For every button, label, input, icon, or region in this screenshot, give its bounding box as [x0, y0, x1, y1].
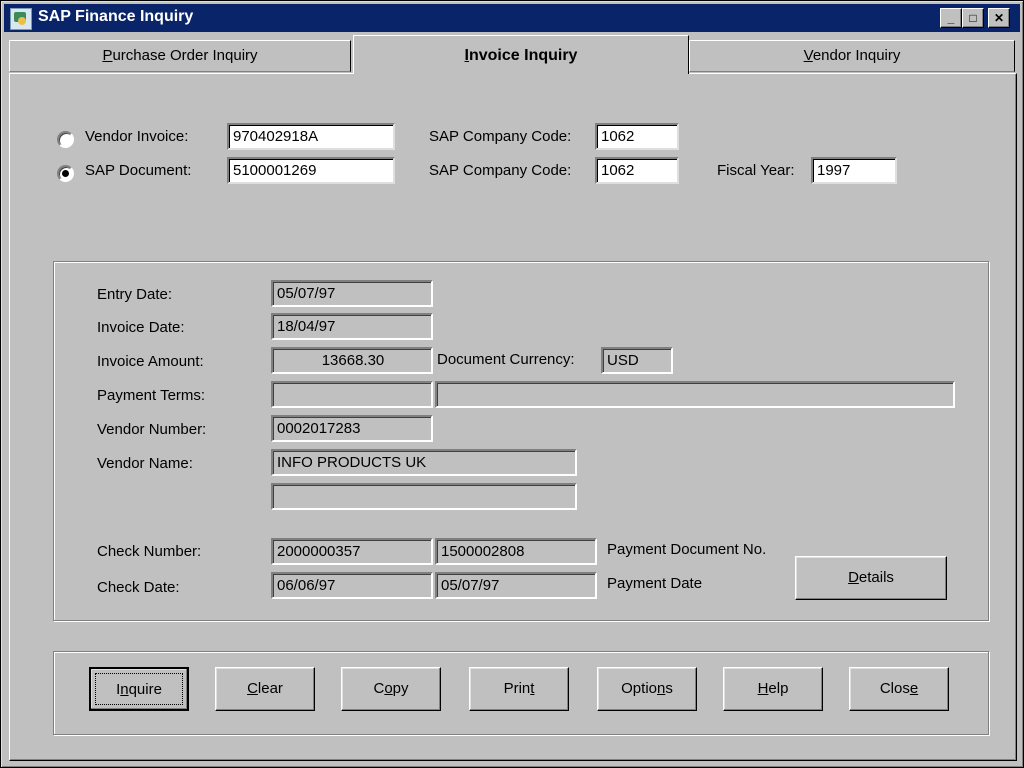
check-date-value: 06/06/97: [271, 572, 433, 599]
sap-document-input[interactable]: 5100001269: [227, 157, 395, 184]
minimize-icon: _: [947, 11, 955, 25]
options-button-label: Options: [621, 680, 673, 697]
sap-document-radio[interactable]: [57, 165, 74, 182]
minimize-button[interactable]: _: [940, 8, 962, 28]
tab-vendor-inquiry[interactable]: Vendor Inquiry: [689, 40, 1015, 72]
tab-label: Vendor Inquiry: [803, 47, 901, 64]
tab-purchase-order-inquiry[interactable]: Purchase Order Inquiry: [9, 40, 351, 72]
close-window-button[interactable]: ✕: [988, 8, 1010, 28]
fiscal-year-input[interactable]: 1997: [811, 157, 897, 184]
vendor-name-value-1: INFO PRODUCTS UK: [271, 449, 577, 476]
payment-document-no-value: 1500002808: [435, 538, 597, 565]
window-title: SAP Finance Inquiry: [38, 8, 194, 25]
invoice-amount-label: Invoice Amount:: [97, 353, 204, 370]
payment-date-value: 05/07/97: [435, 572, 597, 599]
check-number-value: 2000000357: [271, 538, 433, 565]
help-button-label: Help: [757, 680, 789, 697]
vendor-number-value: 0002017283: [271, 415, 433, 442]
maximize-button[interactable]: □: [962, 8, 984, 28]
tab-strip: Purchase Order Inquiry Vendor Inquiry In…: [9, 35, 1015, 74]
vendor-invoice-input[interactable]: 970402918A: [227, 123, 395, 150]
document-currency-value: USD: [601, 347, 673, 374]
payment-terms-code: [271, 381, 433, 408]
details-button-label: Details: [848, 569, 894, 586]
app-window: SAP Finance Inquiry _ □ ✕ Purchase Order…: [0, 0, 1024, 768]
invoice-date-label: Invoice Date:: [97, 319, 185, 336]
help-button[interactable]: Help: [723, 667, 823, 711]
vendor-invoice-label: Vendor Invoice:: [85, 128, 189, 145]
company-code-input-2[interactable]: 1062: [595, 157, 679, 184]
copy-button-label: Copy: [373, 680, 409, 697]
company-code-label-2: SAP Company Code:: [429, 162, 572, 179]
invoice-date-value: 18/04/97: [271, 313, 433, 340]
entry-date-label: Entry Date:: [97, 286, 173, 303]
vendor-invoice-radio[interactable]: [57, 131, 74, 148]
payment-terms-label: Payment Terms:: [97, 387, 206, 404]
clear-button-label: Clear: [247, 680, 283, 697]
close-icon: ✕: [993, 11, 1005, 25]
print-button[interactable]: Print: [469, 667, 569, 711]
close-button-label: Close: [879, 680, 919, 697]
tab-label: Purchase Order Inquiry: [102, 47, 258, 64]
company-code-label-1: SAP Company Code:: [429, 128, 572, 145]
vendor-name-label: Vendor Name:: [97, 455, 193, 472]
check-date-label: Check Date:: [97, 579, 180, 596]
clear-button[interactable]: Clear: [215, 667, 315, 711]
company-code-input-1[interactable]: 1062: [595, 123, 679, 150]
focus-rectangle: [95, 673, 183, 705]
print-button-label: Print: [503, 680, 535, 697]
close-button[interactable]: Close: [849, 667, 949, 711]
options-button[interactable]: Options: [597, 667, 697, 711]
sap-document-label: SAP Document:: [85, 162, 192, 179]
payment-document-no-label: Payment Document No.: [607, 541, 767, 558]
tab-label: Invoice Inquiry: [464, 47, 578, 64]
vendor-name-value-2: [271, 483, 577, 510]
details-button[interactable]: Details: [795, 556, 947, 600]
invoice-amount-value: 13668.30: [271, 347, 433, 374]
maximize-icon: □: [969, 11, 977, 25]
tab-invoice-inquiry[interactable]: Invoice Inquiry: [353, 35, 689, 74]
entry-date-value: 05/07/97: [271, 280, 433, 307]
title-bar[interactable]: SAP Finance Inquiry _ □ ✕: [4, 4, 1020, 32]
fiscal-year-label: Fiscal Year:: [717, 162, 795, 179]
vendor-number-label: Vendor Number:: [97, 421, 207, 438]
payment-date-label: Payment Date: [607, 575, 703, 592]
radio-selected-dot: [62, 170, 69, 177]
inquire-button[interactable]: Inquire: [89, 667, 189, 711]
copy-button[interactable]: Copy: [341, 667, 441, 711]
payment-terms-text: [435, 381, 955, 408]
check-number-label: Check Number:: [97, 543, 202, 560]
document-currency-label: Document Currency:: [437, 351, 575, 368]
app-icon: [10, 8, 32, 30]
